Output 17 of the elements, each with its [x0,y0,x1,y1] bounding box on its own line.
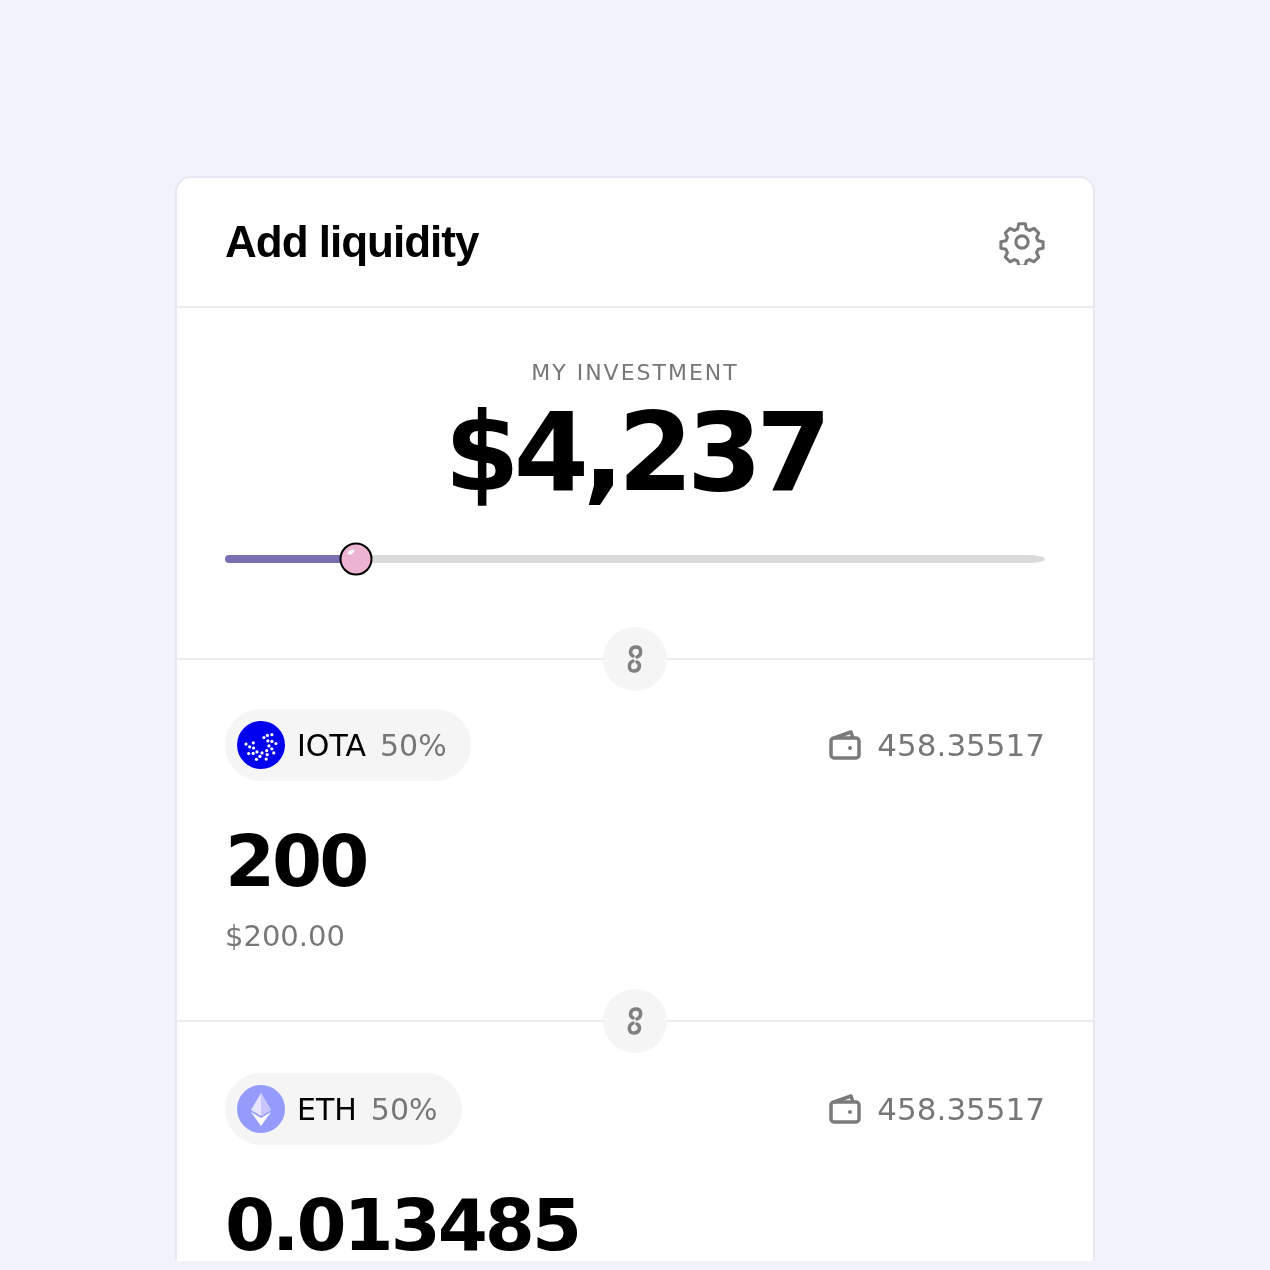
slider-thumb[interactable] [339,542,374,577]
coin-icon [237,721,285,770]
usd-value: $200.00 [225,919,346,954]
token-selector[interactable]: ETH 50% [225,1073,462,1146]
link-icon [626,644,644,675]
investment-label: MY INVESTMENT [531,360,739,385]
token-amount[interactable]: 0.013485 [225,1189,1045,1262]
token-amount[interactable]: 200 [225,825,1045,898]
token-selector[interactable]: IOTA 50% [225,709,471,782]
card-title: Add liquidity [225,217,479,267]
link-icon [626,1006,644,1037]
balance-text: 458.35517 [877,1091,1045,1128]
investment-amount: $4,237 [444,391,826,516]
wallet-icon [829,730,862,761]
balance-text: 458.35517 [877,727,1045,764]
wallet-icon [829,1094,862,1125]
settings-icon[interactable] [999,219,1045,265]
